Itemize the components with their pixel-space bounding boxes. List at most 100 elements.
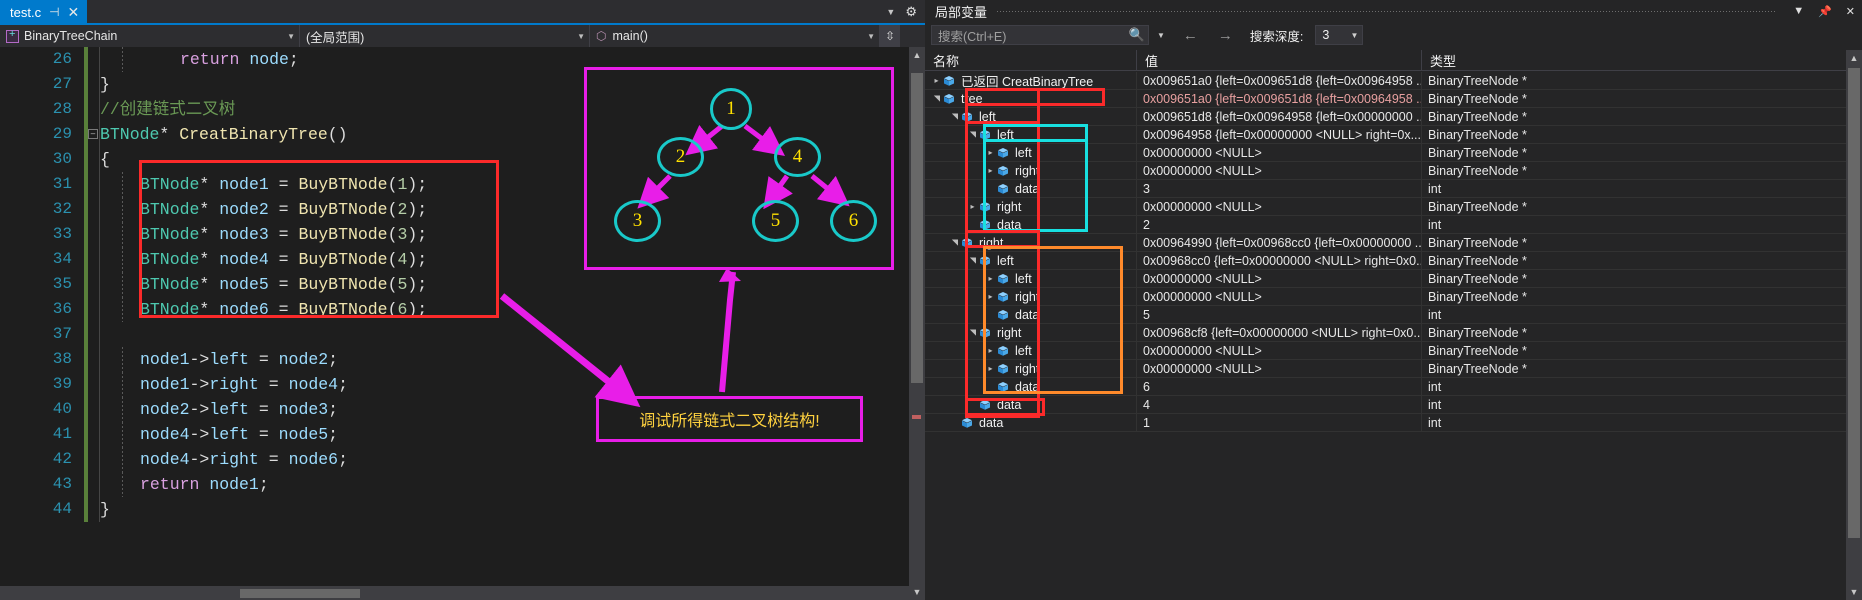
close-icon[interactable]: ✕ bbox=[68, 5, 80, 19]
tab-test-c[interactable]: test.c ⊣ ✕ bbox=[0, 0, 88, 24]
code-line[interactable]: 42 node4->right = node6; bbox=[0, 447, 909, 472]
code-line[interactable]: 38 node1->left = node2; bbox=[0, 347, 909, 372]
editor-scroll-thumb[interactable] bbox=[911, 73, 923, 383]
code-line[interactable]: 34 BTNode* node4 = BuyBTNode(4); bbox=[0, 247, 909, 272]
cell-name[interactable]: data bbox=[925, 413, 1137, 432]
expander-closed-icon[interactable]: ▸ bbox=[985, 166, 996, 175]
code-line[interactable]: 41 node4->left = node5; bbox=[0, 422, 909, 447]
code-line[interactable]: 29 – BTNode* CreatBinaryTree() bbox=[0, 122, 909, 147]
column-header-value[interactable]: 值 bbox=[1137, 50, 1422, 71]
code-line[interactable]: 33 BTNode* node3 = BuyBTNode(3); bbox=[0, 222, 909, 247]
cell-name[interactable]: ◢ right bbox=[925, 233, 1137, 252]
table-row[interactable]: ▸ left 0x00000000 <NULL> BinaryTreeNode * bbox=[925, 341, 1846, 360]
function-dropdown[interactable]: ⬡ main() ▼ bbox=[590, 25, 880, 47]
table-row[interactable]: ◢ right 0x00968cf8 {left=0x00000000 <NULL>… bbox=[925, 323, 1846, 342]
code-line[interactable]: 30 { bbox=[0, 147, 909, 172]
chevron-down-icon[interactable]: ▼ bbox=[1786, 5, 1811, 17]
cell-name[interactable]: ◢ tree bbox=[925, 89, 1137, 108]
cell-value[interactable]: 0x00968cc0 {left=0x00000000 <NULL> right… bbox=[1137, 251, 1422, 270]
expander-closed-icon[interactable]: ▸ bbox=[967, 202, 978, 211]
code-line[interactable]: 44} bbox=[0, 497, 909, 522]
cell-value[interactable]: 0x00000000 <NULL> bbox=[1137, 161, 1422, 180]
cell-value[interactable]: 1 bbox=[1137, 413, 1422, 432]
cell-value[interactable]: 5 bbox=[1137, 305, 1422, 324]
expander-closed-icon[interactable]: ▸ bbox=[931, 76, 942, 85]
cell-name[interactable]: ▸ right bbox=[925, 197, 1137, 216]
close-icon[interactable]: ✕ bbox=[1839, 5, 1862, 18]
cell-value[interactable]: 0x00000000 <NULL> bbox=[1137, 359, 1422, 378]
cell-value[interactable]: 4 bbox=[1137, 395, 1422, 414]
chevron-down-icon[interactable]: ▼ bbox=[886, 7, 895, 17]
cell-value[interactable]: 0x009651a0 {left=0x009651d8 {left=0x0096… bbox=[1137, 71, 1422, 90]
arrow-left-icon[interactable]: ← bbox=[1176, 27, 1205, 44]
cell-name[interactable]: ◢ left bbox=[925, 125, 1137, 144]
cell-value[interactable]: 3 bbox=[1137, 179, 1422, 198]
cell-name[interactable]: data bbox=[925, 179, 1137, 198]
code-line[interactable]: 26 return node; bbox=[0, 47, 909, 72]
cell-value[interactable]: 0x00964958 {left=0x00000000 <NULL> right… bbox=[1137, 125, 1422, 144]
cell-name[interactable]: data bbox=[925, 395, 1137, 414]
cell-name[interactable]: ▸ right bbox=[925, 359, 1137, 378]
code-text-area[interactable]: 26 return node; 27} 28//创建链式二叉树 29– BTNode* C… bbox=[0, 47, 925, 600]
cell-value[interactable]: 0x00000000 <NULL> bbox=[1137, 341, 1422, 360]
cell-name[interactable]: ◢ right bbox=[925, 323, 1137, 342]
editor-horizontal-scrollbar[interactable] bbox=[0, 586, 909, 600]
expander-closed-icon[interactable]: ▸ bbox=[985, 364, 996, 373]
scroll-down-icon[interactable]: ▼ bbox=[1846, 584, 1862, 600]
expander-open-icon[interactable]: ◢ bbox=[968, 129, 977, 140]
fold-toggle-icon[interactable]: – bbox=[88, 129, 98, 139]
table-row[interactable]: ▸ right 0x00000000 <NULL> BinaryTreeNode * bbox=[925, 197, 1846, 216]
cell-name[interactable]: ▸ left bbox=[925, 269, 1137, 288]
expander-closed-icon[interactable]: ▸ bbox=[985, 274, 996, 283]
gear-icon[interactable]: ⚙ bbox=[905, 4, 917, 20]
table-row[interactable]: data 2 int bbox=[925, 215, 1846, 234]
cell-name[interactable]: ▸ 已返回 CreatBinaryTree bbox=[925, 71, 1137, 90]
search-input[interactable]: 搜索(Ctrl+E) 🔍 bbox=[931, 25, 1149, 45]
cell-value[interactable]: 0x00968cf8 {left=0x00000000 <NULL> right… bbox=[1137, 323, 1422, 342]
cell-name[interactable]: ▸ right bbox=[925, 287, 1137, 306]
code-line[interactable]: 37 bbox=[0, 322, 909, 347]
editor-hscroll-thumb[interactable] bbox=[240, 589, 360, 598]
table-row[interactable]: ▸ 已返回 CreatBinaryTree 0x009651a0 {left=0x0… bbox=[925, 71, 1846, 90]
grid-vertical-scrollbar[interactable]: ▲ ▼ bbox=[1846, 50, 1862, 600]
cell-value[interactable]: 0x009651a0 {left=0x009651d8 {left=0x0096… bbox=[1137, 89, 1422, 108]
cell-value[interactable]: 0x009651d8 {left=0x00964958 {left=0x0000… bbox=[1137, 107, 1422, 126]
chevron-down-icon[interactable]: ▼ bbox=[1350, 31, 1358, 40]
cell-value[interactable]: 2 bbox=[1137, 215, 1422, 234]
editor-vertical-scrollbar[interactable]: ▲ ▼ bbox=[909, 47, 925, 600]
cell-name[interactable]: data bbox=[925, 215, 1137, 234]
table-row[interactable]: ▸ right 0x00000000 <NULL> BinaryTreeNode * bbox=[925, 359, 1846, 378]
scroll-down-icon[interactable]: ▼ bbox=[909, 584, 925, 600]
cell-value[interactable]: 0x00000000 <NULL> bbox=[1137, 143, 1422, 162]
cell-name[interactable]: ◢ left bbox=[925, 251, 1137, 270]
expander-open-icon[interactable]: ◢ bbox=[932, 93, 941, 104]
expander-closed-icon[interactable]: ▸ bbox=[985, 346, 996, 355]
table-row[interactable]: ◢ right 0x00964990 {left=0x00968cc0 {left=… bbox=[925, 233, 1846, 252]
expander-open-icon[interactable]: ◢ bbox=[968, 327, 977, 338]
search-options-chevron-icon[interactable]: ▼ bbox=[1155, 31, 1170, 40]
scroll-up-icon[interactable]: ▲ bbox=[1846, 50, 1862, 66]
expander-open-icon[interactable]: ◢ bbox=[968, 255, 977, 266]
code-line[interactable]: 31 BTNode* node1 = BuyBTNode(1); bbox=[0, 172, 909, 197]
cell-name[interactable]: data bbox=[925, 305, 1137, 324]
namespace-dropdown[interactable]: (全局范围) ▼ bbox=[300, 25, 590, 47]
table-row[interactable]: ◢ left 0x009651d8 {left=0x00964958 {left=0… bbox=[925, 107, 1846, 126]
code-line[interactable]: 32 BTNode* node2 = BuyBTNode(2); bbox=[0, 197, 909, 222]
table-row[interactable]: data 3 int bbox=[925, 179, 1846, 198]
expander-closed-icon[interactable]: ▸ bbox=[985, 292, 996, 301]
column-header-name[interactable]: 名称 bbox=[925, 50, 1137, 71]
search-depth-input[interactable]: 3 ▼ bbox=[1315, 25, 1364, 45]
table-row[interactable]: data 4 int bbox=[925, 395, 1846, 414]
code-line[interactable]: 28 //创建链式二叉树 bbox=[0, 97, 909, 122]
table-row[interactable]: ▸ left 0x00000000 <NULL> BinaryTreeNode * bbox=[925, 143, 1846, 162]
code-line[interactable]: 39 node1->right = node4; bbox=[0, 372, 909, 397]
cell-name[interactable]: ▸ left bbox=[925, 341, 1137, 360]
expander-closed-icon[interactable]: ▸ bbox=[985, 148, 996, 157]
table-row[interactable]: data 1 int bbox=[925, 413, 1846, 432]
split-view-button[interactable]: ⇳ bbox=[880, 25, 900, 47]
table-row[interactable]: data 5 int bbox=[925, 305, 1846, 324]
code-line[interactable]: 36 BTNode* node6 = BuyBTNode(6); bbox=[0, 297, 909, 322]
table-row[interactable]: data 6 int bbox=[925, 377, 1846, 396]
table-row[interactable]: ◢ left 0x00964958 {left=0x00000000 <NULL> … bbox=[925, 125, 1846, 144]
magnifier-icon[interactable]: 🔍 bbox=[1129, 27, 1148, 43]
